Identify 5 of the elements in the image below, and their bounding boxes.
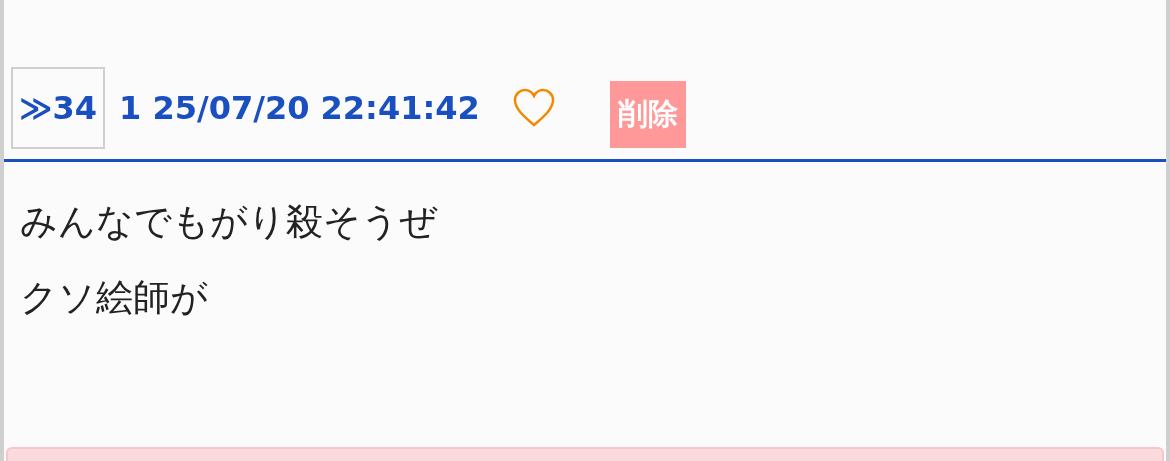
post-text: クソ絵師が — [20, 275, 209, 321]
heart-icon[interactable] — [511, 88, 556, 128]
reply-link[interactable]: ≫34 — [11, 67, 106, 149]
post-text: みんなでもがり殺そうぜ — [20, 199, 439, 245]
post-meta: 1 25/07/20 22:41:42 — [119, 89, 480, 127]
